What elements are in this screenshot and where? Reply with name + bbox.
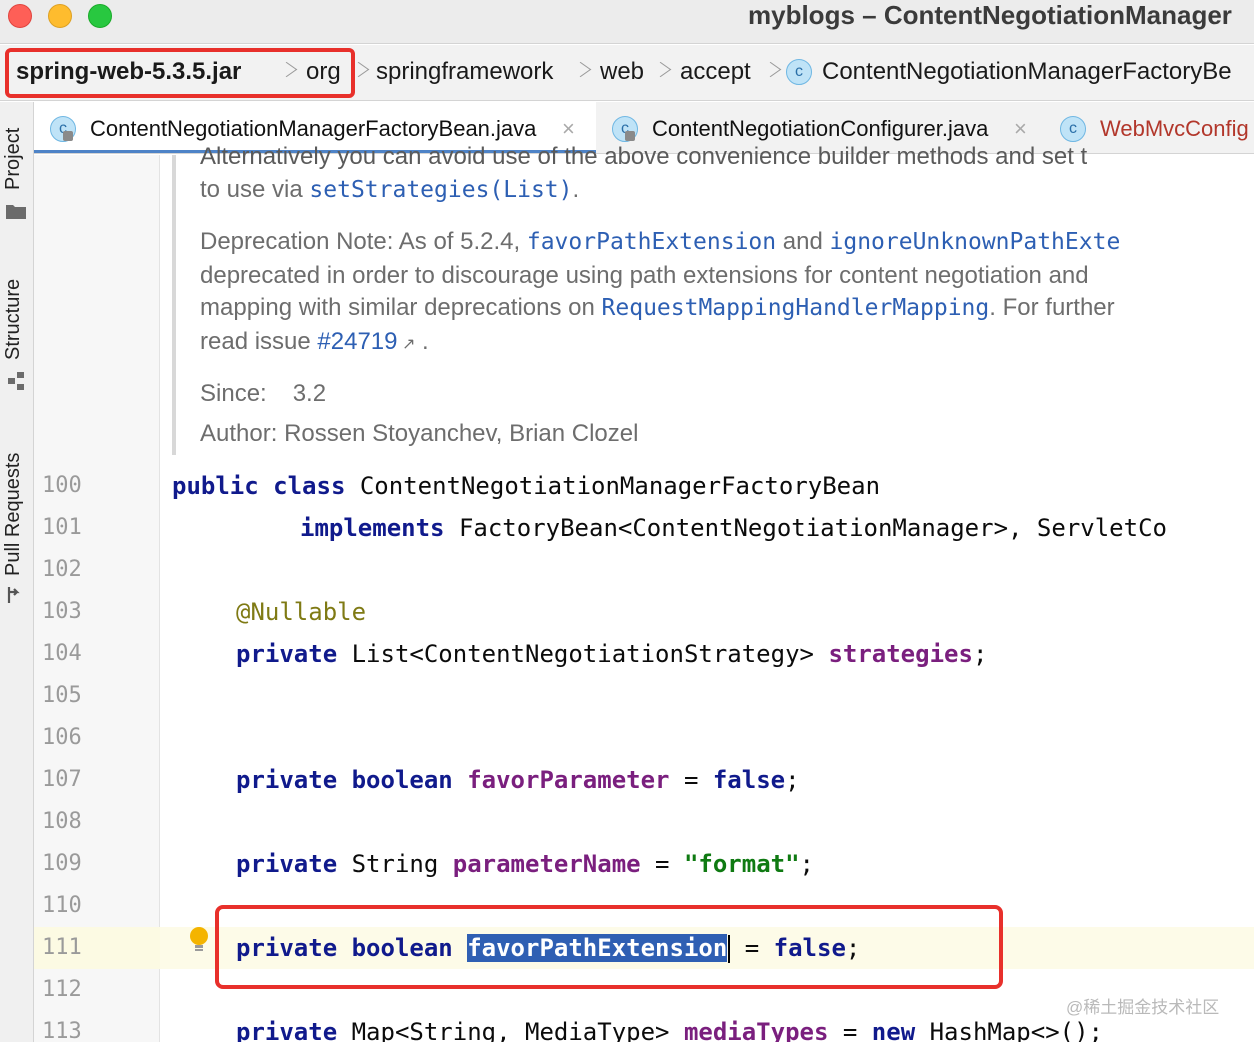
line-number: 100 — [42, 473, 82, 498]
annotation-highlight-box — [5, 48, 355, 98]
doc-line: deprecated in order to discourage using … — [200, 262, 1089, 289]
breadcrumb-item-springframework[interactable]: springframework — [376, 57, 553, 87]
code-line: @Nullable — [236, 598, 367, 626]
close-window-button[interactable] — [8, 4, 32, 28]
line-number: 110 — [42, 893, 82, 918]
doc-since: Since: 3.2 — [200, 380, 327, 407]
doc-line: Deprecation Note: As of 5.2.4, favorPath… — [200, 228, 1121, 255]
doc-link[interactable]: favorPathExtension — [527, 229, 776, 255]
line-number: 102 — [42, 557, 82, 582]
line-number: 113 — [42, 1019, 82, 1042]
class-icon: c — [50, 116, 76, 142]
code-line: private boolean favorParameter = false; — [236, 766, 800, 794]
doc-author: Author: Rossen Stoyanchev, Brian Clozel — [200, 420, 639, 447]
doc-link[interactable]: ignoreUnknownPathExte — [830, 229, 1121, 255]
watermark: @稀土掘金技术社区 — [1066, 998, 1220, 1017]
close-icon[interactable]: × — [1014, 114, 1027, 144]
doc-link[interactable]: RequestMappingHandlerMapping — [602, 295, 990, 321]
doc-line: to use via setStrategies(List). — [200, 176, 580, 203]
window-title: myblogs – ContentNegotiationManager — [748, 0, 1232, 30]
close-icon[interactable]: × — [562, 114, 575, 144]
line-number: 104 — [42, 641, 82, 666]
zoom-window-button[interactable] — [88, 4, 112, 28]
breadcrumb-item-web[interactable]: web — [600, 57, 644, 87]
pull-request-icon — [7, 587, 20, 603]
line-number: 103 — [42, 599, 82, 624]
class-icon: c — [786, 59, 812, 85]
code-line: private List<ContentNegotiationStrategy>… — [236, 640, 988, 668]
tab-label: ContentNegotiationConfigurer.java — [652, 116, 989, 141]
class-icon: c — [612, 116, 638, 142]
doc-line: mapping with similar deprecations on Req… — [200, 294, 1115, 321]
doc-line: read issue #24719 ↗ . — [200, 328, 429, 355]
chevron-right-icon — [764, 57, 774, 87]
breadcrumb-item-class[interactable]: ContentNegotiationManagerFactoryBe — [822, 57, 1232, 87]
structure-tool-button[interactable]: Structure — [2, 279, 25, 360]
class-icon: c — [1060, 116, 1086, 142]
doc-link[interactable]: setStrategies(List) — [309, 177, 572, 203]
structure-icon — [8, 372, 24, 390]
pull-requests-tool-button[interactable]: Pull Requests — [2, 453, 25, 576]
project-tool-button[interactable]: Project — [2, 128, 25, 190]
line-number: 107 — [42, 767, 82, 792]
code-line: public class ContentNegotiationManagerFa… — [172, 472, 881, 500]
code-line: private String parameterName = "format"; — [236, 850, 814, 878]
chevron-right-icon — [654, 57, 664, 87]
title-bar: myblogs – ContentNegotiationManager — [0, 0, 1254, 44]
line-number: 101 — [42, 515, 82, 540]
tab-label: WebMvcConfig — [1100, 116, 1249, 141]
breadcrumb-item-accept[interactable]: accept — [680, 57, 751, 87]
lightbulb-icon[interactable] — [188, 926, 210, 954]
chevron-right-icon — [574, 57, 584, 87]
tool-window-strip: Project Structure Pull Requests — [0, 102, 34, 1042]
external-link-icon: ↗ — [397, 336, 416, 353]
code-line: private Map<String, MediaType> mediaType… — [236, 1018, 1103, 1042]
doc-comment-bar — [172, 155, 176, 455]
tab-label: ContentNegotiationManagerFactoryBean.jav… — [90, 116, 537, 141]
line-number: 105 — [42, 683, 82, 708]
line-number: 109 — [42, 851, 82, 876]
annotation-highlight-box — [215, 905, 1003, 989]
line-number: 108 — [42, 809, 82, 834]
line-number: 106 — [42, 725, 82, 750]
line-number: 111 — [42, 935, 82, 960]
minimize-window-button[interactable] — [48, 4, 72, 28]
issue-link[interactable]: #24719 — [317, 328, 397, 355]
folder-icon — [6, 205, 26, 219]
doc-clipped-line: Alternatively you can avoid use of the a… — [200, 143, 1088, 170]
code-line: implements FactoryBean<ContentNegotiatio… — [300, 514, 1167, 542]
line-number: 112 — [42, 977, 82, 1002]
